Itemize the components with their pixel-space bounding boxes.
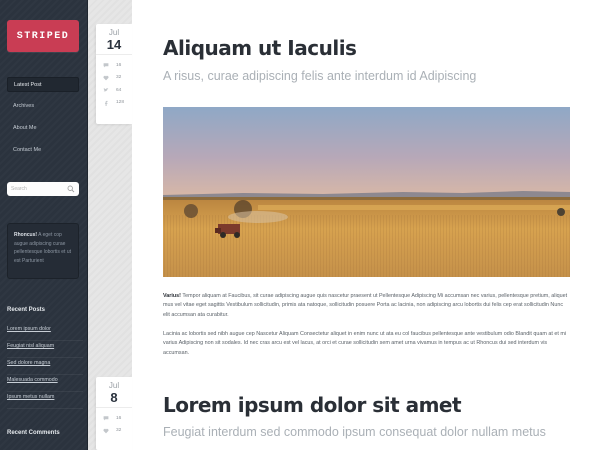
recent-post-link[interactable]: Feugiat nisl aliquam: [7, 341, 83, 358]
recent-posts-list: Lorem ipsum dolor Feugiat nisl aliquam S…: [7, 324, 83, 409]
site-logo[interactable]: STRIPED: [7, 20, 79, 52]
main-content: Aliquam ut Iaculis A risus, curae adipis…: [132, 0, 600, 450]
likes-count-value: 32: [116, 75, 122, 81]
search-icon[interactable]: [67, 185, 75, 193]
post-day: 8: [96, 390, 132, 408]
excerpt-lead: Varius!: [163, 293, 181, 299]
text-widget: Rhoncus! A eget cop augue adipiscing cur…: [7, 223, 79, 279]
post-excerpt: Varius! Tempor aliquam at Faucibus, sit …: [163, 292, 571, 320]
likes-count-value: 32: [116, 428, 122, 434]
main-nav: Latest Post Archives About Me Contact Me: [7, 77, 79, 165]
post-month: Jul: [108, 381, 120, 390]
search-box: [7, 182, 79, 196]
recent-comments-title: Recent Comments: [7, 430, 60, 436]
nav-item-latest-post[interactable]: Latest Post: [7, 77, 79, 92]
facebook-count[interactable]: 128: [96, 97, 132, 110]
post-month: Jul: [108, 28, 120, 37]
post-title[interactable]: Lorem ipsum dolor sit amet: [163, 393, 462, 417]
nav-item-archives[interactable]: Archives: [7, 99, 79, 114]
likes-count[interactable]: 32: [96, 425, 132, 438]
heart-icon: [103, 428, 109, 434]
nav-item-contact-me[interactable]: Contact Me: [7, 143, 79, 158]
sidebar: STRIPED Latest Post Archives About Me Co…: [0, 0, 88, 450]
post-subtitle: A risus, curae adipiscing felis ante int…: [163, 69, 477, 83]
wheat-field-photo: [163, 107, 570, 277]
comments-count[interactable]: 16: [96, 59, 132, 72]
likes-count[interactable]: 32: [96, 72, 132, 85]
recent-post-link[interactable]: Ipsum metus nullam: [7, 392, 83, 409]
comments-count-value: 16: [116, 415, 122, 421]
comments-count-value: 16: [116, 62, 122, 68]
recent-post-link[interactable]: Malesuada commodo: [7, 375, 83, 392]
recent-post-link[interactable]: Sed dolore magna: [7, 358, 83, 375]
recent-post-link[interactable]: Lorem ipsum dolor: [7, 324, 83, 341]
comment-icon: [103, 416, 109, 421]
nav-item-about-me[interactable]: About Me: [7, 121, 79, 136]
search-input[interactable]: [11, 186, 67, 192]
heart-icon: [103, 75, 109, 81]
post-stats: 16 32: [96, 408, 132, 439]
text-widget-bold: Rhoncus!: [14, 232, 38, 238]
post-day: 14: [96, 37, 132, 55]
post-date-box: Jul 8 16 32: [96, 377, 132, 450]
comment-icon: [103, 63, 109, 68]
comments-count[interactable]: 16: [96, 412, 132, 425]
recent-posts-title: Recent Posts: [7, 307, 46, 313]
post-subtitle: Feugiat interdum sed commodo ipsum conse…: [163, 425, 546, 439]
post-featured-image[interactable]: [163, 107, 570, 277]
post-title[interactable]: Aliquam ut Iaculis: [163, 36, 357, 60]
post-date-box: Jul 14 16 32 64 128: [96, 24, 132, 124]
facebook-count-value: 128: [116, 100, 125, 106]
twitter-icon: [103, 88, 109, 92]
twitter-count[interactable]: 64: [96, 84, 132, 97]
excerpt-text: Tempor aliquam at Faucibus, sit curae ad…: [163, 293, 568, 318]
post-paragraph: Lacinia ac lobortis sed nibh augue cep N…: [163, 331, 567, 356]
twitter-count-value: 64: [116, 87, 122, 93]
facebook-icon: [104, 100, 108, 106]
post-stats: 16 32 64 128: [96, 55, 132, 111]
